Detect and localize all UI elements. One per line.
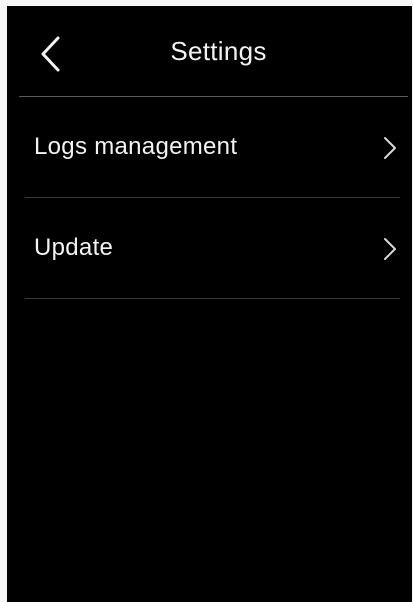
chevron-right-icon: [382, 135, 398, 161]
page-title: Settings: [170, 36, 267, 66]
menu-item-label: Logs management: [34, 133, 238, 160]
menu-item-update[interactable]: Update: [7, 198, 412, 299]
settings-screen: Settings Logs management Update: [7, 6, 412, 602]
chevron-right-icon: [382, 236, 398, 262]
device-frame: Settings Logs management Update: [0, 0, 413, 602]
settings-menu: Logs management Update: [7, 97, 412, 299]
menu-divider: [25, 298, 400, 299]
header-bar: Settings: [7, 6, 412, 97]
menu-item-logs-management[interactable]: Logs management: [7, 97, 412, 198]
menu-item-label: Update: [34, 234, 114, 261]
